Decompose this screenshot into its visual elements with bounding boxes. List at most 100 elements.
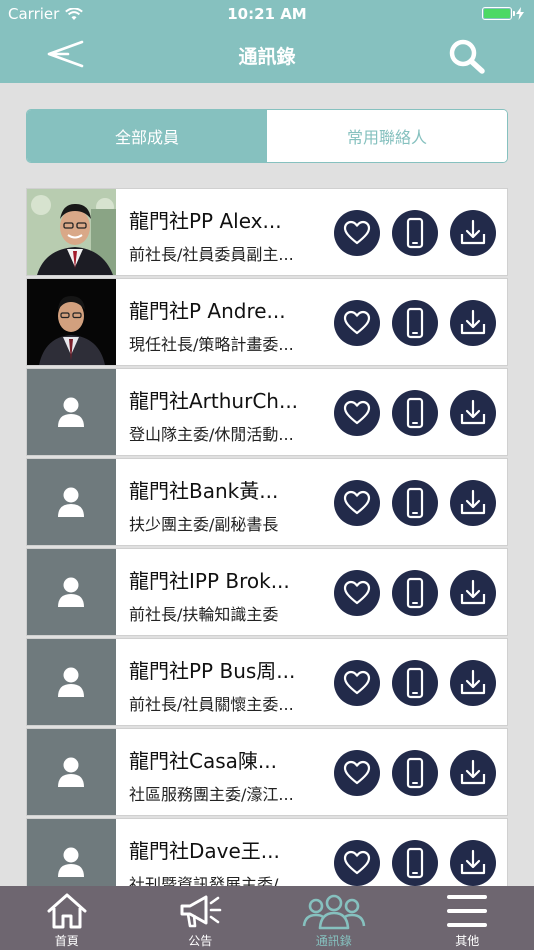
status-bar: Carrier 10:21 AM bbox=[0, 0, 534, 28]
download-icon bbox=[460, 849, 486, 875]
phone-icon bbox=[406, 487, 424, 519]
heart-icon bbox=[343, 220, 371, 245]
download-icon bbox=[460, 219, 486, 245]
heart-icon bbox=[343, 850, 371, 875]
heart-icon bbox=[343, 490, 371, 515]
favorite-button[interactable] bbox=[334, 660, 380, 706]
heart-icon bbox=[343, 670, 371, 695]
tab-bar: 首頁 公告 通訊錄 其他 bbox=[0, 886, 534, 950]
favorite-button[interactable] bbox=[334, 390, 380, 436]
heart-icon bbox=[343, 760, 371, 785]
phone-icon bbox=[406, 577, 424, 609]
person-icon bbox=[58, 757, 84, 787]
tab-home[interactable]: 首頁 bbox=[0, 886, 134, 950]
contact-row[interactable]: 龍門社P Andre... 現任社長/策略計畫委... bbox=[26, 278, 508, 366]
home-icon bbox=[47, 893, 87, 929]
tab-more-label: 其他 bbox=[455, 934, 480, 948]
download-contact-button[interactable] bbox=[450, 210, 496, 256]
download-contact-button[interactable] bbox=[450, 480, 496, 526]
tab-favorites[interactable]: 常用聯絡人 bbox=[267, 110, 507, 162]
download-contact-button[interactable] bbox=[450, 660, 496, 706]
tab-announcements-label: 公告 bbox=[188, 934, 213, 948]
battery-icon bbox=[482, 7, 515, 20]
contact-name: 龍門社Bank黃... bbox=[129, 479, 279, 503]
battery-group bbox=[482, 7, 524, 20]
contact-row[interactable]: 龍門社ArthurCh... 登山隊主委/休閒活動... bbox=[26, 368, 508, 456]
download-icon bbox=[460, 669, 486, 695]
tab-contacts[interactable]: 通訊錄 bbox=[267, 886, 401, 950]
person-icon bbox=[58, 847, 84, 877]
heart-icon bbox=[343, 580, 371, 605]
phone-button[interactable] bbox=[392, 480, 438, 526]
search-icon[interactable] bbox=[448, 38, 486, 74]
phone-icon bbox=[406, 667, 424, 699]
contact-row[interactable]: 龍門社Casa陳... 社區服務團主委/濠江... bbox=[26, 728, 508, 816]
favorite-button[interactable] bbox=[334, 480, 380, 526]
phone-button[interactable] bbox=[392, 840, 438, 886]
phone-button[interactable] bbox=[392, 300, 438, 346]
contact-role: 扶少團主委/副秘書長 bbox=[129, 515, 279, 534]
contact-name: 龍門社Dave王... bbox=[129, 839, 280, 863]
download-contact-button[interactable] bbox=[450, 570, 496, 616]
contact-name: 龍門社Casa陳... bbox=[129, 749, 277, 773]
download-icon bbox=[460, 759, 486, 785]
favorite-button[interactable] bbox=[334, 210, 380, 256]
status-time: 10:21 AM bbox=[227, 5, 307, 23]
tab-announcements[interactable]: 公告 bbox=[134, 886, 268, 950]
contact-name: 龍門社PP Alex... bbox=[129, 209, 282, 233]
phone-icon bbox=[406, 307, 424, 339]
phone-button[interactable] bbox=[392, 570, 438, 616]
charging-icon bbox=[516, 7, 524, 20]
phone-button[interactable] bbox=[392, 210, 438, 256]
contact-photo-placeholder bbox=[27, 729, 116, 815]
contact-role: 前社長/社員委員副主... bbox=[129, 245, 294, 264]
person-icon bbox=[58, 487, 84, 517]
download-icon bbox=[460, 579, 486, 605]
tab-more[interactable]: 其他 bbox=[401, 886, 534, 950]
tab-contacts-label: 通訊錄 bbox=[315, 934, 352, 948]
favorite-button[interactable] bbox=[334, 750, 380, 796]
contact-row[interactable]: 龍門社Bank黃... 扶少團主委/副秘書長 bbox=[26, 458, 508, 546]
contact-role: 社刊暨資訊發展主委/... bbox=[129, 875, 294, 886]
phone-button[interactable] bbox=[392, 660, 438, 706]
favorite-button[interactable] bbox=[334, 300, 380, 346]
favorite-button[interactable] bbox=[334, 840, 380, 886]
download-icon bbox=[460, 399, 486, 425]
menu-icon bbox=[447, 895, 488, 927]
contact-photo bbox=[27, 279, 116, 365]
contact-photo-placeholder bbox=[27, 819, 116, 886]
contact-role: 登山隊主委/休閒活動... bbox=[129, 425, 294, 444]
contact-row[interactable]: 龍門社Dave王... 社刊暨資訊發展主委/... bbox=[26, 818, 508, 886]
contact-photo bbox=[27, 189, 116, 275]
tab-all-members[interactable]: 全部成員 bbox=[27, 110, 267, 162]
person-icon bbox=[58, 667, 84, 697]
people-icon bbox=[302, 894, 366, 930]
contact-photo-placeholder bbox=[27, 639, 116, 725]
contact-name: 龍門社P Andre... bbox=[129, 299, 286, 323]
phone-button[interactable] bbox=[392, 390, 438, 436]
phone-icon bbox=[406, 397, 424, 429]
contact-role: 前社長/扶輪知識主委 bbox=[129, 605, 279, 624]
contact-row[interactable]: 龍門社PP Alex... 前社長/社員委員副主... bbox=[26, 188, 508, 276]
download-contact-button[interactable] bbox=[450, 390, 496, 436]
person-icon bbox=[58, 577, 84, 607]
download-contact-button[interactable] bbox=[450, 750, 496, 796]
download-icon bbox=[460, 489, 486, 515]
contact-name: 龍門社PP Bus周... bbox=[129, 659, 296, 683]
contact-row[interactable]: 龍門社IPP Brok... 前社長/扶輪知識主委 bbox=[26, 548, 508, 636]
contact-photo-placeholder bbox=[27, 369, 116, 455]
person-icon bbox=[58, 397, 84, 427]
download-contact-button[interactable] bbox=[450, 300, 496, 346]
contact-name: 龍門社ArthurCh... bbox=[129, 389, 299, 413]
download-icon bbox=[460, 309, 486, 335]
contact-role: 前社長/社員關懷主委... bbox=[129, 695, 294, 714]
contact-name: 龍門社IPP Brok... bbox=[129, 569, 290, 593]
phone-button[interactable] bbox=[392, 750, 438, 796]
heart-icon bbox=[343, 400, 371, 425]
heart-icon bbox=[343, 310, 371, 335]
contact-role: 社區服務團主委/濠江... bbox=[129, 785, 294, 804]
favorite-button[interactable] bbox=[334, 570, 380, 616]
contact-row[interactable]: 龍門社PP Bus周... 前社長/社員關懷主委... bbox=[26, 638, 508, 726]
contact-list[interactable]: 龍門社PP Alex... 前社長/社員委員副主... 龍門社P Andre..… bbox=[26, 188, 508, 886]
download-contact-button[interactable] bbox=[450, 840, 496, 886]
